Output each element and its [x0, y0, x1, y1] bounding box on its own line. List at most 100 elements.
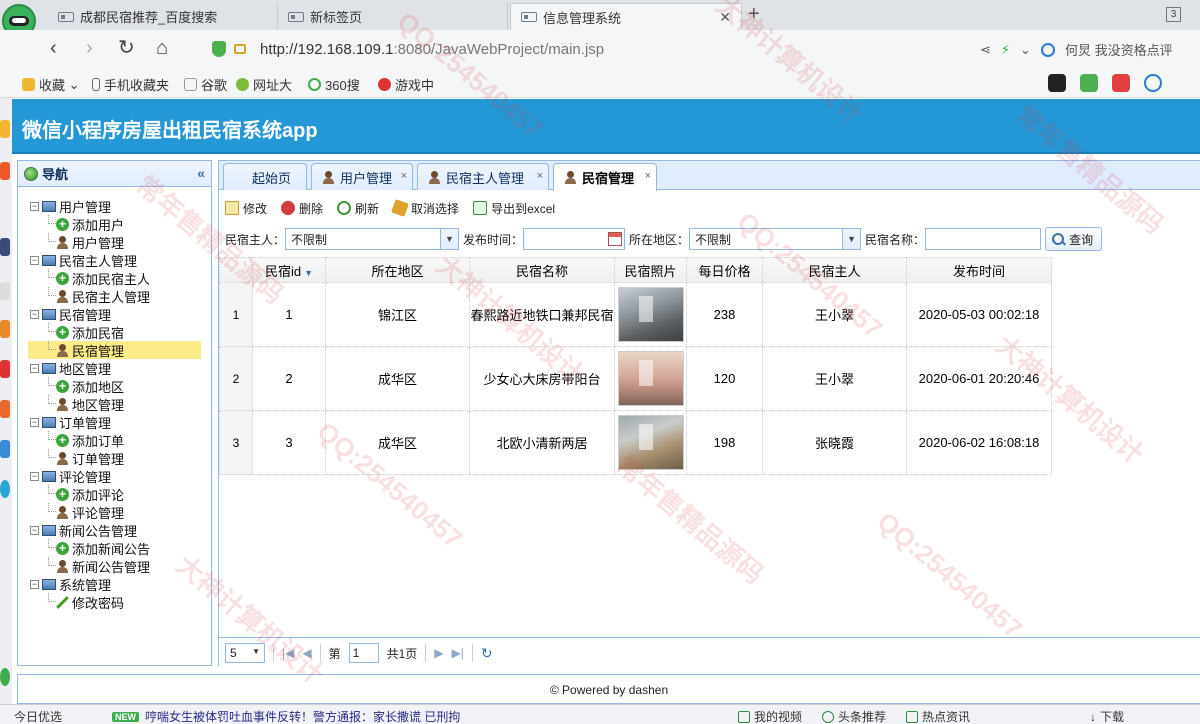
tree-item-owner-manage[interactable]: 民宿主人管理 — [18, 287, 211, 305]
hot-news[interactable]: 热点资讯 — [906, 708, 970, 724]
tree-item-add-owner[interactable]: + 添加民宿主人 — [18, 269, 211, 287]
collapse-toggle-icon[interactable]: − — [30, 201, 39, 211]
table-row[interactable]: 1 1 锦江区 春熙路近地铁口兼邦民宿 238 王小翠 2020-05-03 0… — [219, 282, 1052, 347]
sidebar-app-icon[interactable] — [0, 162, 10, 180]
back-icon[interactable]: ‹ — [50, 37, 57, 59]
area-select[interactable]: 不限制 ▼ — [689, 228, 862, 250]
reload-icon[interactable]: ↻ — [481, 645, 493, 662]
sidebar-app-icon[interactable] — [0, 440, 10, 458]
page-size-select[interactable]: 5 — [225, 643, 265, 663]
collapse-toggle-icon[interactable]: − — [30, 255, 39, 265]
column-header-photo[interactable]: 民宿照片 — [614, 257, 687, 283]
sidebar-app-icon[interactable] — [0, 400, 10, 418]
lightning-icon[interactable]: ⚡ — [1001, 42, 1010, 58]
query-button[interactable]: 查询 — [1045, 227, 1103, 251]
tree-group-owners[interactable]: − 民宿主人管理 — [18, 251, 211, 269]
bookmark-favorites[interactable]: 收藏 ⌄ — [22, 75, 80, 94]
column-header-area[interactable]: 所在地区 — [325, 257, 470, 283]
scissors-icon[interactable] — [1112, 74, 1130, 92]
downloads[interactable]: ↓ 下载 — [1090, 708, 1124, 724]
sidebar-app-icon[interactable] — [0, 238, 10, 256]
tree-group-homestays[interactable]: − 民宿管理 — [18, 305, 211, 323]
edit-button[interactable]: 修改 — [225, 200, 267, 217]
headline-recommend[interactable]: 头条推荐 — [822, 708, 886, 724]
forward-icon[interactable]: › — [86, 37, 93, 59]
export-excel-button[interactable]: 导出到excel — [473, 200, 555, 217]
sidebar-app-icon[interactable] — [0, 480, 10, 498]
reload-icon[interactable]: ↻ — [118, 37, 135, 59]
collapse-toggle-icon[interactable]: − — [30, 525, 39, 535]
tree-group-comments[interactable]: − 评论管理 — [18, 467, 211, 485]
table-row[interactable]: 2 2 成华区 少女心大床房带阳台 120 王小翠 2020-06-01 20:… — [219, 346, 1052, 411]
tree-item-homestay-manage[interactable]: 民宿管理 — [28, 341, 201, 359]
calendar-icon[interactable] — [608, 232, 623, 246]
tree-group-system[interactable]: − 系统管理 — [18, 575, 211, 593]
cancel-select-button[interactable]: 取消选择 — [391, 199, 459, 217]
tab-owner-manage[interactable]: 民宿主人管理 × — [417, 163, 549, 190]
tab-count-badge[interactable]: 3 — [1166, 7, 1181, 22]
column-header-name[interactable]: 民宿名称 — [469, 257, 615, 283]
tree-item-add-area[interactable]: + 添加地区 — [18, 377, 211, 395]
collapse-toggle-icon[interactable]: − — [30, 309, 39, 319]
tree-group-orders[interactable]: − 订单管理 — [18, 413, 211, 431]
search-icon[interactable] — [1144, 74, 1162, 92]
tree-group-users[interactable]: − 用户管理 — [18, 197, 211, 215]
tab-homestay-manage[interactable]: 民宿管理 × — [553, 163, 657, 191]
sort-desc-icon[interactable]: ▼ — [304, 268, 313, 278]
extension-icon[interactable] — [1048, 74, 1066, 92]
next-page-icon[interactable]: ▶ — [434, 646, 443, 660]
sidebar-app-icon[interactable] — [0, 668, 10, 686]
bookmark-google[interactable]: 谷歌 — [184, 75, 227, 94]
news-ticker[interactable]: NEW 哼喘女生被体罚吐血事件反转！警方通报：家长撒谎 已刑拘 — [112, 708, 460, 724]
collapse-toggle-icon[interactable]: − — [30, 363, 39, 373]
search-engine-icon[interactable] — [1040, 42, 1055, 57]
sidebar-app-icon[interactable] — [0, 360, 10, 378]
first-page-icon[interactable]: |◀ — [282, 646, 294, 660]
bookmark-mobile[interactable]: 手机收藏夹 — [92, 75, 169, 94]
column-header-time[interactable]: 发布时间 — [906, 257, 1052, 283]
sidebar-app-icon[interactable] — [0, 320, 10, 338]
column-header-price[interactable]: 每日价格 — [686, 257, 763, 283]
tree-group-areas[interactable]: − 地区管理 — [18, 359, 211, 377]
new-tab-button[interactable]: + — [748, 3, 760, 26]
tree-item-change-password[interactable]: 修改密码 — [18, 593, 211, 611]
browser-tab-search[interactable]: 成都民宿推荐_百度搜索 — [48, 3, 278, 30]
chevron-down-icon[interactable]: ▼ — [440, 229, 459, 249]
last-page-icon[interactable]: ▶| — [452, 646, 464, 660]
chevron-down-icon[interactable]: ▼ — [842, 229, 861, 249]
tree-item-comment-manage[interactable]: 评论管理 — [18, 503, 211, 521]
close-tab-icon[interactable]: × — [537, 170, 543, 182]
translate-icon[interactable] — [1080, 74, 1098, 92]
tree-item-add-news[interactable]: + 添加新闻公告 — [18, 539, 211, 557]
chevron-down-icon[interactable]: ⌄ — [1020, 42, 1031, 58]
column-header-id[interactable]: 民宿id ▼ — [252, 257, 326, 283]
collapse-icon[interactable]: « — [197, 165, 205, 181]
name-input[interactable] — [925, 228, 1042, 250]
owner-select[interactable]: 不限制 ▼ — [285, 228, 460, 250]
sidebar-app-icon[interactable] — [0, 120, 10, 138]
bookmark-sites[interactable]: 网址大 — [236, 75, 292, 94]
tree-item-add-homestay[interactable]: + 添加民宿 — [18, 323, 211, 341]
browser-tab-new[interactable]: 新标签页 — [278, 3, 508, 30]
home-icon[interactable]: ⌂ — [156, 37, 168, 59]
daily-picks[interactable]: 今日优选 — [14, 708, 62, 724]
news-headline[interactable]: 哼喘女生被体罚吐血事件反转！警方通报：家长撒谎 已刑拘 — [145, 708, 460, 724]
tab-home[interactable]: 起始页 — [223, 163, 307, 190]
collapse-toggle-icon[interactable]: − — [30, 471, 39, 481]
share-icon[interactable]: ⋖ — [980, 42, 991, 58]
close-tab-icon[interactable]: ✕ — [719, 9, 731, 26]
close-tab-icon[interactable]: × — [401, 170, 407, 182]
collapse-toggle-icon[interactable]: − — [30, 417, 39, 427]
tree-item-add-comment[interactable]: + 添加评论 — [18, 485, 211, 503]
my-videos[interactable]: 我的视频 — [738, 708, 802, 724]
date-input[interactable] — [523, 228, 626, 250]
tab-user-manage[interactable]: 用户管理 × — [311, 163, 413, 190]
tree-group-news[interactable]: − 新闻公告管理 — [18, 521, 211, 539]
tree-item-order-manage[interactable]: 订单管理 — [18, 449, 211, 467]
tree-item-area-manage[interactable]: 地区管理 — [18, 395, 211, 413]
browser-tab-active[interactable]: 信息管理系统 ✕ — [510, 3, 742, 30]
table-row[interactable]: 3 3 成华区 北欧小清新两居 198 张晓霞 2020-06-02 16:08… — [219, 410, 1052, 475]
column-header-owner[interactable]: 民宿主人 — [762, 257, 907, 283]
delete-button[interactable]: 删除 — [281, 200, 323, 217]
collapse-toggle-icon[interactable]: − — [30, 579, 39, 589]
